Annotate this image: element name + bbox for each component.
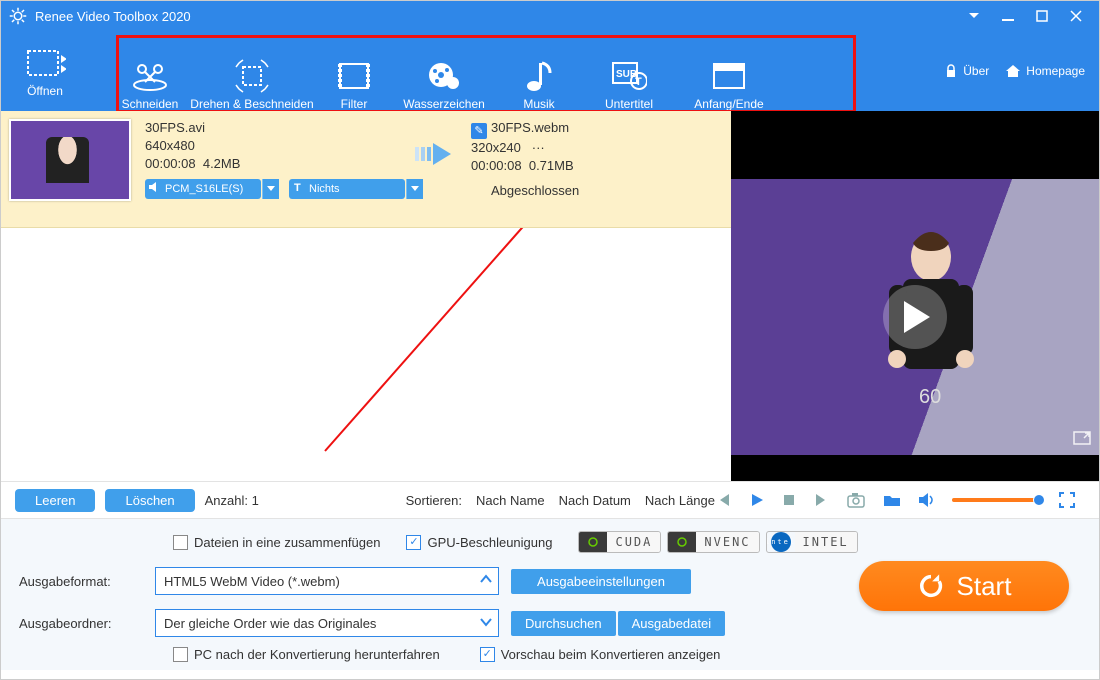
watermark-icon	[427, 57, 461, 95]
file-row[interactable]: 30FPS.avi 640x480 00:00:08 4.2MB PCM_S16…	[1, 111, 731, 228]
clear-button[interactable]: Leeren	[15, 489, 95, 512]
browse-button[interactable]: Durchsuchen	[511, 611, 616, 636]
preview-frame: 60	[731, 179, 1099, 455]
output-panel: Dateien in eine zusammenfügen GPU-Beschl…	[1, 518, 1099, 670]
text-icon: T	[294, 180, 301, 196]
refresh-icon	[917, 572, 945, 600]
speaker-icon	[148, 181, 160, 193]
subtitle-select[interactable]: T Nichts	[289, 179, 405, 199]
filter-button[interactable]: Filter	[319, 57, 389, 111]
next-button[interactable]	[814, 492, 830, 508]
shutdown-checkbox[interactable]: PC nach der Konvertierung herunterfahren	[173, 647, 440, 662]
home-icon	[1005, 64, 1021, 78]
merge-checkbox[interactable]: Dateien in eine zusammenfügen	[173, 535, 380, 550]
preview-on-convert-checkbox[interactable]: Vorschau beim Konvertieren anzeigen	[480, 647, 721, 662]
main-area: 30FPS.avi 640x480 00:00:08 4.2MB PCM_S16…	[1, 111, 1099, 481]
cuda-badge: CUDA	[578, 531, 661, 553]
dst-more-button[interactable]: ···	[532, 140, 545, 155]
crop-icon	[235, 57, 269, 95]
play-overlay-button[interactable]	[883, 285, 947, 349]
app-window: Renee Video Toolbox 2020 Öffnen Schneide…	[0, 0, 1100, 680]
dropdown-icon[interactable]	[406, 179, 423, 199]
chevron-down-icon	[480, 616, 492, 628]
rotate-crop-button[interactable]: Drehen & Beschneiden	[185, 57, 319, 111]
main-toolbar: Öffnen Schneiden Drehen & Beschneiden Fi…	[1, 31, 1099, 111]
stop-button[interactable]	[782, 493, 796, 507]
conversion-arrow-icon	[413, 139, 463, 169]
filter-icon	[337, 57, 371, 95]
output-file-button[interactable]: Ausgabedatei	[618, 611, 726, 636]
watermark-button[interactable]: Wasserzeichen	[389, 57, 499, 111]
intel-badge: intelINTEL	[766, 531, 858, 553]
preview-video: 60	[731, 111, 1099, 481]
count-label: Anzahl: 1	[205, 493, 259, 508]
sort-by-date[interactable]: Nach Datum	[559, 493, 631, 508]
music-note-icon	[525, 57, 553, 95]
app-title: Renee Video Toolbox 2020	[35, 9, 191, 24]
snapshot-button[interactable]	[847, 492, 865, 508]
svg-text:60: 60	[919, 386, 941, 408]
homepage-link[interactable]: Homepage	[1005, 64, 1085, 78]
start-button[interactable]: Start	[859, 561, 1069, 611]
sort-by-name[interactable]: Nach Name	[476, 493, 545, 508]
output-settings-button[interactable]: Ausgabeeinstellungen	[511, 569, 691, 594]
source-info: 30FPS.avi 640x480 00:00:08 4.2MB PCM_S16…	[145, 119, 405, 199]
src-filename: 30FPS.avi	[145, 119, 405, 137]
svg-text:T: T	[635, 76, 642, 88]
scissors-icon	[132, 57, 168, 95]
edit-icon[interactable]: ✎	[471, 123, 487, 139]
destination-info: ✎30FPS.webm 320x240 ··· 00:00:08 0.71MB …	[471, 119, 671, 198]
dst-filename: ✎30FPS.webm	[471, 119, 671, 139]
chevron-up-icon	[480, 574, 492, 586]
fullscreen-button[interactable]	[1059, 492, 1075, 508]
filmstrip-icon	[24, 44, 66, 82]
sort-controls: Sortieren: Nach Name Nach Datum Nach Län…	[406, 493, 715, 508]
open-button[interactable]: Öffnen	[15, 44, 75, 98]
lock-icon	[944, 64, 958, 78]
file-thumbnail	[9, 119, 131, 201]
dst-duration-size: 00:00:08 0.71MB	[471, 157, 671, 175]
preview-controls	[705, 492, 1085, 508]
src-duration-size: 00:00:08 4.2MB	[145, 155, 405, 173]
window-menu-button[interactable]	[959, 6, 989, 26]
start-end-button[interactable]: Anfang/Ende	[679, 57, 779, 111]
nvenc-badge: NVENC	[667, 531, 759, 553]
output-folder-select[interactable]: Der gleiche Order wie das Originales	[155, 609, 499, 637]
maximize-button[interactable]	[1027, 6, 1057, 26]
minimize-button[interactable]	[993, 6, 1023, 26]
volume-button[interactable]	[918, 492, 934, 508]
about-link[interactable]: Über	[944, 64, 989, 78]
subtitle-icon: SUBT	[611, 57, 647, 95]
volume-slider[interactable]	[952, 498, 1042, 502]
titlebar: Renee Video Toolbox 2020	[1, 1, 1099, 31]
src-resolution: 640x480	[145, 137, 405, 155]
sort-label: Sortieren:	[406, 493, 462, 508]
prev-button[interactable]	[715, 492, 731, 508]
mid-toolbar: Leeren Löschen Anzahl: 1 Sortieren: Nach…	[1, 481, 1099, 518]
output-format-select[interactable]: HTML5 WebM Video (*.webm)	[155, 567, 499, 595]
popout-icon[interactable]	[1073, 431, 1091, 445]
preview-pane: 60	[731, 111, 1099, 481]
output-folder-label: Ausgabeordner:	[19, 616, 143, 631]
open-folder-button[interactable]	[883, 493, 901, 507]
window-icon	[712, 57, 746, 95]
play-button[interactable]	[749, 492, 765, 508]
app-logo-icon	[9, 7, 27, 25]
audio-codec-select[interactable]: PCM_S16LE(S)	[145, 179, 261, 199]
dropdown-icon[interactable]	[262, 179, 279, 199]
cut-button[interactable]: Schneiden	[115, 57, 185, 111]
dst-resolution: 320x240 ···	[471, 139, 671, 157]
subtitle-button[interactable]: SUBT Untertitel	[579, 57, 679, 111]
conversion-status: Abgeschlossen	[491, 183, 671, 198]
output-format-label: Ausgabeformat:	[19, 574, 143, 589]
close-button[interactable]	[1061, 6, 1091, 26]
delete-button[interactable]: Löschen	[105, 489, 194, 512]
file-list: 30FPS.avi 640x480 00:00:08 4.2MB PCM_S16…	[1, 111, 731, 481]
gpu-checkbox[interactable]: GPU-Beschleunigung	[406, 535, 552, 550]
music-button[interactable]: Musik	[499, 57, 579, 111]
